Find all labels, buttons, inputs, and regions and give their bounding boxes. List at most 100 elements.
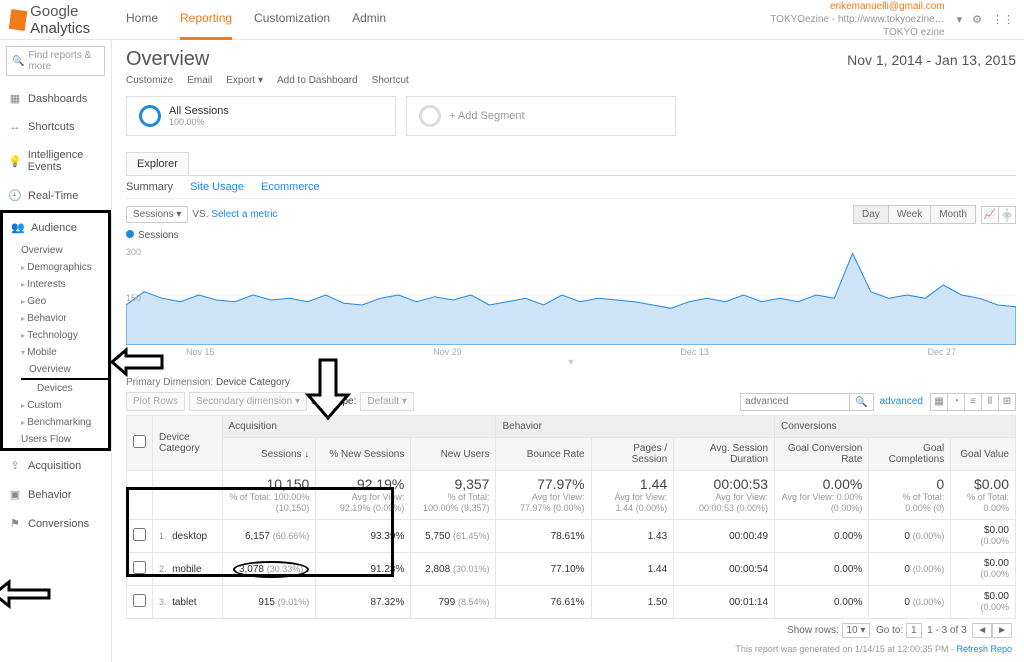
period-week[interactable]: Week [888,205,931,224]
nav-home[interactable]: Home [126,0,158,40]
period-day[interactable]: Day [853,205,889,224]
pager-next-icon[interactable]: ► [992,623,1012,638]
tab-explorer[interactable]: Explorer [126,152,189,175]
btn-export[interactable]: Export ▾ [226,75,263,86]
segment-pct: 100.00% [169,117,229,127]
col-sessions[interactable]: Sessions ↓ [222,438,316,471]
col-dur[interactable]: Avg. Session Duration [674,438,775,471]
nav-admin[interactable]: Admin [352,0,386,40]
acquisition-icon: ⇪ [8,459,22,472]
sub-interests[interactable]: Interests [3,276,108,293]
sort-default[interactable]: Default ▾ [360,392,413,411]
row-checkbox[interactable] [133,528,146,541]
table-row[interactable]: 3. tablet915 (9.01%)87.32%799 (8.54%)76.… [127,586,1016,619]
view-performance-icon[interactable]: ≡ [964,393,982,411]
nav-dashboards[interactable]: ▦Dashboards [0,84,111,113]
select-metric[interactable]: Select a metric [211,209,277,220]
date-range[interactable]: Nov 1, 2014 - Jan 13, 2015 [847,52,1016,68]
col-pps[interactable]: Pages / Session [591,438,674,471]
ytick-150: 150 [126,293,141,303]
nav-realtime[interactable]: 🕘Real-Time [0,181,111,210]
add-segment[interactable]: + Add Segment [406,96,676,136]
grid-menu-icon[interactable]: ⋮⋮ [992,13,1014,26]
sub-mobile[interactable]: Mobile [3,344,108,361]
logo-text: Google Analytics [30,3,120,37]
col-gcomp[interactable]: Goal Completions [869,438,951,471]
nav-shortcuts[interactable]: ↔Shortcuts [0,113,111,141]
period-month[interactable]: Month [930,205,976,224]
sub-technology[interactable]: Technology [3,327,108,344]
sub-usersflow[interactable]: Users Flow [3,431,108,448]
subtab-siteusage[interactable]: Site Usage [190,181,244,193]
logo[interactable]: Google Analytics [10,3,120,37]
top-icons: ▾ ⚙ ⋮⋮ [957,13,1014,26]
pager-goto-label: Go to: [876,625,903,636]
plot-rows[interactable]: Plot Rows [126,392,185,411]
gear-icon[interactable]: ⚙ [972,13,982,26]
sub-demographics[interactable]: Demographics [3,259,108,276]
chart-motion-icon[interactable]: ⸎ [998,206,1016,224]
col-gcr[interactable]: Goal Conversion Rate [775,438,869,471]
metric-selector[interactable]: Sessions ▾ [126,206,188,223]
sub-custom[interactable]: Custom [3,397,108,414]
audience-section-highlight: 👥Audience Overview Demographics Interest… [0,210,111,451]
view-pivot-icon[interactable]: ⊞ [998,393,1016,411]
col-bounce[interactable]: Bounce Rate [496,438,591,471]
sidebar: 🔍 Find reports & more ▦Dashboards ↔Short… [0,40,112,662]
table-row[interactable]: 1. desktop6,157 (60.66%)93.39%5,750 (61.… [127,520,1016,553]
btn-shortcut[interactable]: Shortcut [372,75,409,86]
sub-benchmarking[interactable]: Benchmarking [3,414,108,431]
btn-customize[interactable]: Customize [126,75,173,86]
settings-dropdown-icon[interactable]: ▾ [957,13,963,26]
nav-reporting[interactable]: Reporting [180,0,232,40]
sub-mobile-devices[interactable]: Devices [3,380,108,397]
row-checkbox[interactable] [133,594,146,607]
col-checkbox [127,416,153,471]
view-percent-icon[interactable]: ◔ [947,393,965,411]
nav-conversions[interactable]: ⚑Conversions [0,509,111,538]
nav-customization[interactable]: Customization [254,0,330,40]
btn-add-dashboard[interactable]: Add to Dashboard [277,75,358,86]
account-info[interactable]: erikemanuelli@gmail.com TOKYOezine - htt… [770,0,944,39]
goto-input[interactable]: 1 [906,623,922,638]
view-data-icon[interactable]: ▦ [930,393,948,411]
table-row[interactable]: 2. mobile3,078 (30.33%)91.23%2,808 (30.0… [127,553,1016,586]
subtabs: Summary Site Usage Ecommerce [126,175,1016,199]
xtick: Dec 13 [680,347,709,357]
segment-title: All Sessions [169,105,229,117]
subtab-ecommerce[interactable]: Ecommerce [261,181,320,193]
sub-mobile-overview[interactable]: Overview [21,361,108,380]
rows-select[interactable]: 10 ▾ [842,623,871,638]
segments-row: All Sessions100.00% + Add Segment [126,96,1016,136]
chart-line-icon[interactable]: 📈 [981,206,999,224]
sub-geo[interactable]: Geo [3,293,108,310]
nav-acquisition[interactable]: ⇪Acquisition [0,451,111,480]
pager-prev-icon[interactable]: ◄ [972,623,992,638]
btn-email[interactable]: Email [187,75,212,86]
advanced-link[interactable]: advanced [880,396,923,407]
segment-ring-icon [139,105,161,127]
col-newusers[interactable]: New Users [411,438,496,471]
sub-behavior[interactable]: Behavior [3,310,108,327]
segment-all-sessions[interactable]: All Sessions100.00% [126,96,396,136]
colgroup-acq: Acquisition [222,416,496,438]
sub-overview[interactable]: Overview [3,242,108,259]
subtab-summary[interactable]: Summary [126,181,173,193]
sessions-chart[interactable]: 300 150 [126,245,1016,345]
secondary-dim[interactable]: Secondary dimension ▾ [189,392,307,411]
select-all-checkbox[interactable] [133,435,146,448]
table-search-input[interactable] [740,393,850,411]
search-button-icon[interactable]: 🔍 [850,393,873,411]
view-comparison-icon[interactable]: ⫴ [981,393,999,411]
chart-handle-icon[interactable]: ▼ [126,357,1016,367]
chart-legend: Sessions [126,230,1016,241]
refresh-link[interactable]: Refresh Repo [956,644,1012,654]
col-device[interactable]: Device Category [153,416,223,471]
nav-audience[interactable]: 👥Audience [3,213,108,242]
search-input[interactable]: 🔍 Find reports & more [6,46,105,76]
row-checkbox[interactable] [133,561,146,574]
nav-intelligence[interactable]: 💡Intelligence Events [0,141,111,181]
col-gval[interactable]: Goal Value [951,438,1016,471]
ytick-300: 300 [126,247,141,257]
col-pnew[interactable]: % New Sessions [316,438,411,471]
